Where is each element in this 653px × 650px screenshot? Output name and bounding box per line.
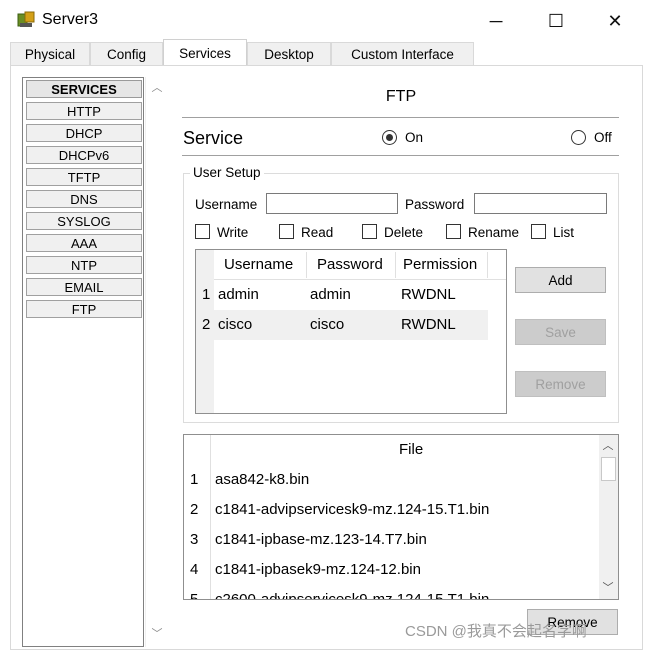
service-http[interactable]: HTTP	[26, 102, 142, 120]
rename-checkbox[interactable]	[446, 224, 461, 239]
scroll-down-icon[interactable]: ﹀	[601, 581, 615, 595]
file-number: 2	[190, 501, 199, 518]
minimize-button[interactable]: ─	[479, 6, 513, 36]
service-on-option[interactable]	[382, 130, 397, 145]
watermark: CSDN @我真不会起名字啊	[405, 623, 587, 640]
row-number: 1	[202, 286, 211, 303]
row-permission: RWDNL	[401, 286, 456, 303]
close-button[interactable]: ✕	[598, 6, 632, 36]
service-on-label: On	[405, 130, 424, 145]
username-input[interactable]	[266, 193, 398, 214]
tab-services[interactable]: Services	[163, 39, 247, 66]
password-label: Password	[405, 197, 465, 212]
file-number: 5	[190, 591, 199, 600]
ftp-title: FTP	[385, 88, 417, 105]
service-syslog[interactable]: SYSLOG	[26, 212, 142, 230]
file-column-header[interactable]: File	[399, 441, 423, 458]
file-number: 3	[190, 531, 199, 548]
service-off-label: Off	[594, 130, 612, 145]
service-ntp[interactable]: NTP	[26, 256, 142, 274]
tab-desktop[interactable]: Desktop	[247, 42, 331, 66]
tab-physical[interactable]: Physical	[10, 42, 90, 66]
column-header-username[interactable]: Username	[224, 256, 293, 273]
delete-checkbox[interactable]	[362, 224, 377, 239]
row-username: cisco	[218, 316, 253, 333]
file-row[interactable]: 4 c1841-ipbasek9-mz.124-12.bin	[184, 555, 599, 585]
service-aaa[interactable]: AAA	[26, 234, 142, 252]
delete-label: Delete	[384, 225, 424, 240]
server-app-icon	[17, 11, 35, 27]
remove-user-button[interactable]: Remove	[515, 371, 606, 397]
services-scrollbar[interactable]: ︿ ﹀	[145, 77, 167, 647]
service-dhcpv6[interactable]: DHCPv6	[26, 146, 142, 164]
column-header-password[interactable]: Password	[317, 256, 383, 273]
service-off-radio[interactable]	[571, 130, 586, 145]
divider	[182, 117, 619, 118]
services-header: SERVICES	[26, 80, 142, 98]
service-off-option[interactable]	[571, 130, 586, 145]
table-row[interactable]: 1 admin admin RWDNL	[196, 280, 488, 310]
row-number: 2	[202, 316, 211, 333]
service-ftp[interactable]: FTP	[26, 300, 142, 318]
file-name: c1841-ipbasek9-mz.124-12.bin	[215, 561, 421, 578]
service-dns[interactable]: DNS	[26, 190, 142, 208]
file-number: 4	[190, 561, 199, 578]
row-permission: RWDNL	[401, 316, 456, 333]
file-row[interactable]: 5 c2600-advipservicesk9-mz.124-15.T1.bin	[184, 585, 599, 600]
write-label: Write	[217, 225, 249, 240]
file-list: File 1 asa842-k8.bin 2 c1841-advipservic…	[183, 434, 619, 600]
file-name: c1841-ipbase-mz.123-14.T7.bin	[215, 531, 427, 548]
file-list-scrollbar[interactable]: ︿ ﹀	[599, 435, 618, 599]
maximize-button[interactable]: ☐	[539, 6, 573, 36]
users-table: Username Password Permission 1 admin adm…	[195, 249, 507, 414]
file-row[interactable]: 1 asa842-k8.bin	[184, 465, 599, 495]
password-input[interactable]	[474, 193, 607, 214]
services-list: SERVICES HTTP DHCP DHCPv6 TFTP DNS SYSLO…	[22, 77, 144, 647]
file-row[interactable]: 3 c1841-ipbase-mz.123-14.T7.bin	[184, 525, 599, 555]
row-password: admin	[310, 286, 351, 303]
file-name: c1841-advipservicesk9-mz.124-15.T1.bin	[215, 501, 490, 518]
tab-strip: Physical Config Services Desktop Custom …	[0, 39, 653, 66]
divider	[182, 155, 619, 156]
scroll-down-icon[interactable]: ﹀	[150, 627, 164, 641]
read-label: Read	[301, 225, 334, 240]
table-row[interactable]: 2 cisco cisco RWDNL	[196, 310, 488, 340]
scroll-up-icon[interactable]: ︿	[601, 439, 615, 453]
user-setup-title: User Setup	[190, 165, 264, 180]
window-title: Server3	[42, 11, 99, 28]
rename-label: Rename	[468, 225, 520, 240]
scroll-thumb[interactable]	[601, 457, 616, 481]
service-label: Service	[183, 128, 244, 148]
title-bar: Server3 ─ ☐ ✕	[0, 0, 653, 42]
tab-custom-interface[interactable]: Custom Interface	[331, 42, 474, 66]
service-dhcp[interactable]: DHCP	[26, 124, 142, 142]
write-checkbox[interactable]	[195, 224, 210, 239]
username-label: Username	[195, 197, 258, 212]
service-tftp[interactable]: TFTP	[26, 168, 142, 186]
column-header-permission[interactable]: Permission	[403, 256, 477, 273]
save-button[interactable]: Save	[515, 319, 606, 345]
row-password: cisco	[310, 316, 345, 333]
tab-config[interactable]: Config	[90, 42, 163, 66]
row-username: admin	[218, 286, 259, 303]
list-label: List	[553, 225, 575, 240]
service-email[interactable]: EMAIL	[26, 278, 142, 296]
scroll-up-icon[interactable]: ︿	[150, 81, 164, 95]
service-on-radio[interactable]	[382, 130, 397, 145]
read-checkbox[interactable]	[279, 224, 294, 239]
file-number: 1	[190, 471, 199, 488]
add-button[interactable]: Add	[515, 267, 606, 293]
file-row[interactable]: 2 c1841-advipservicesk9-mz.124-15.T1.bin	[184, 495, 599, 525]
list-checkbox[interactable]	[531, 224, 546, 239]
file-name: asa842-k8.bin	[215, 471, 310, 488]
file-name: c2600-advipservicesk9-mz.124-15.T1.bin	[215, 591, 490, 600]
